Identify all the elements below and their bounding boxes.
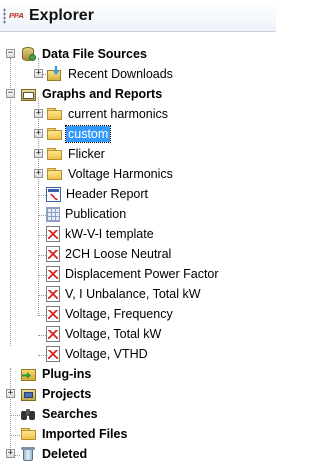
grip-icon[interactable] bbox=[3, 8, 6, 24]
tree-node-label: Publication bbox=[65, 207, 127, 221]
tree-connector bbox=[10, 435, 20, 436]
tree-node-label: Searches bbox=[42, 407, 98, 421]
graph-doc-icon bbox=[46, 286, 60, 302]
tree-node-label: Voltage, VTHD bbox=[65, 347, 148, 361]
tree-node-label: Header Report bbox=[66, 187, 148, 201]
tree-node-label: Imported Files bbox=[42, 427, 128, 441]
tree-connector bbox=[10, 368, 11, 456]
trash-icon bbox=[20, 446, 37, 462]
graph-doc-icon bbox=[46, 266, 60, 282]
explorer-title-bar: ᴘᴘᴀ Explorer bbox=[0, 0, 276, 32]
graph-doc-icon bbox=[46, 246, 60, 262]
tree-node-graph[interactable]: Voltage, Total kW bbox=[46, 324, 163, 344]
tree-node-report[interactable]: Publication bbox=[46, 204, 128, 224]
folder-icon bbox=[46, 106, 63, 122]
report-icon bbox=[46, 186, 61, 202]
tree-connector bbox=[38, 335, 46, 336]
tree-node-graphs-and-reports[interactable]: Graphs and Reports bbox=[20, 84, 164, 104]
tree-node-graph[interactable]: Voltage, Frequency bbox=[46, 304, 175, 324]
tree-connector bbox=[10, 415, 20, 416]
tree-connector bbox=[38, 195, 46, 196]
folder-icon bbox=[46, 166, 63, 182]
expand-toggle[interactable]: + bbox=[34, 69, 43, 78]
tree-node-label: Plug-ins bbox=[42, 367, 92, 381]
tree-node-label: Data File Sources bbox=[42, 47, 147, 61]
graph-folder-icon bbox=[20, 86, 37, 102]
folder-icon bbox=[20, 426, 37, 442]
tree-node-graph[interactable]: 2CH Loose Neutral bbox=[46, 244, 173, 264]
tree-node-label: Recent Downloads bbox=[68, 67, 173, 81]
tree-node-deleted[interactable]: Deleted bbox=[20, 444, 89, 464]
graph-doc-icon bbox=[46, 306, 60, 322]
expand-toggle[interactable]: + bbox=[34, 129, 43, 138]
tree-node-folder[interactable]: Voltage Harmonics bbox=[46, 164, 175, 184]
folder-icon bbox=[46, 126, 63, 142]
download-folder-icon bbox=[46, 66, 63, 82]
tree-connector bbox=[38, 295, 46, 296]
tree-node-graph[interactable]: Displacement Power Factor bbox=[46, 264, 221, 284]
tree-node-projects[interactable]: Projects bbox=[20, 384, 93, 404]
tree-connector bbox=[38, 355, 46, 356]
tree-connector bbox=[38, 315, 46, 316]
tree-node-graph[interactable]: kW-V-I template bbox=[46, 224, 156, 244]
tree-connector bbox=[38, 255, 46, 256]
tree-node-label: Voltage Harmonics bbox=[68, 167, 173, 181]
tree-node-label: Voltage, Frequency bbox=[65, 307, 173, 321]
expand-toggle[interactable]: + bbox=[6, 389, 15, 398]
tree-node-label: Displacement Power Factor bbox=[65, 267, 219, 281]
expand-toggle[interactable]: + bbox=[6, 449, 15, 458]
tree-node-label: 2CH Loose Neutral bbox=[65, 247, 172, 261]
collapse-toggle[interactable]: − bbox=[6, 89, 15, 98]
tree-node-graph[interactable]: V, I Unbalance, Total kW bbox=[46, 284, 203, 304]
projects-icon bbox=[20, 386, 37, 402]
tree-node-searches[interactable]: Searches bbox=[20, 404, 100, 424]
graph-doc-icon bbox=[46, 346, 60, 362]
tree-connector bbox=[38, 235, 46, 236]
plugin-icon bbox=[20, 366, 37, 382]
app-logo: ᴘᴘᴀ bbox=[9, 10, 24, 20]
expand-toggle[interactable]: + bbox=[34, 169, 43, 178]
tree-node-label: Graphs and Reports bbox=[42, 87, 163, 101]
tree-node-imported-files[interactable]: Imported Files bbox=[20, 424, 129, 444]
tree-node-label: custom bbox=[64, 125, 112, 143]
tree-node-graph[interactable]: Voltage, VTHD bbox=[46, 344, 150, 364]
tree-node-folder-selected[interactable]: custom bbox=[46, 124, 112, 144]
database-icon bbox=[20, 46, 37, 62]
tree-node-recent-downloads[interactable]: Recent Downloads bbox=[46, 64, 175, 84]
tree-node-label: Projects bbox=[42, 387, 92, 401]
tree-node-label: V, I Unbalance, Total kW bbox=[65, 287, 201, 301]
tree-connector bbox=[38, 215, 46, 216]
tree-node-label: Voltage, Total kW bbox=[65, 327, 162, 341]
expand-toggle[interactable]: + bbox=[34, 149, 43, 158]
panel-title: Explorer bbox=[29, 7, 94, 24]
tree-node-folder[interactable]: current harmonics bbox=[46, 104, 170, 124]
collapse-toggle[interactable]: − bbox=[6, 49, 15, 58]
folder-icon bbox=[46, 146, 63, 162]
binoculars-icon bbox=[20, 406, 37, 422]
tree-node-report[interactable]: Header Report bbox=[46, 184, 150, 204]
graph-doc-icon bbox=[46, 326, 60, 342]
tree-node-label: Deleted bbox=[42, 447, 88, 461]
tree-node-data-file-sources[interactable]: Data File Sources bbox=[20, 44, 149, 64]
expand-toggle[interactable]: + bbox=[34, 109, 43, 118]
tree-node-label: Flicker bbox=[68, 147, 105, 161]
tree-connector bbox=[10, 58, 11, 346]
tree-node-folder[interactable]: Flicker bbox=[46, 144, 107, 164]
publication-icon bbox=[46, 206, 60, 222]
graph-doc-icon bbox=[46, 226, 60, 242]
tree-connector bbox=[38, 275, 46, 276]
tree-node-label: kW-V-I template bbox=[65, 227, 154, 241]
tree-node-plug-ins[interactable]: Plug-ins bbox=[20, 364, 93, 384]
tree-node-label: current harmonics bbox=[68, 107, 169, 121]
